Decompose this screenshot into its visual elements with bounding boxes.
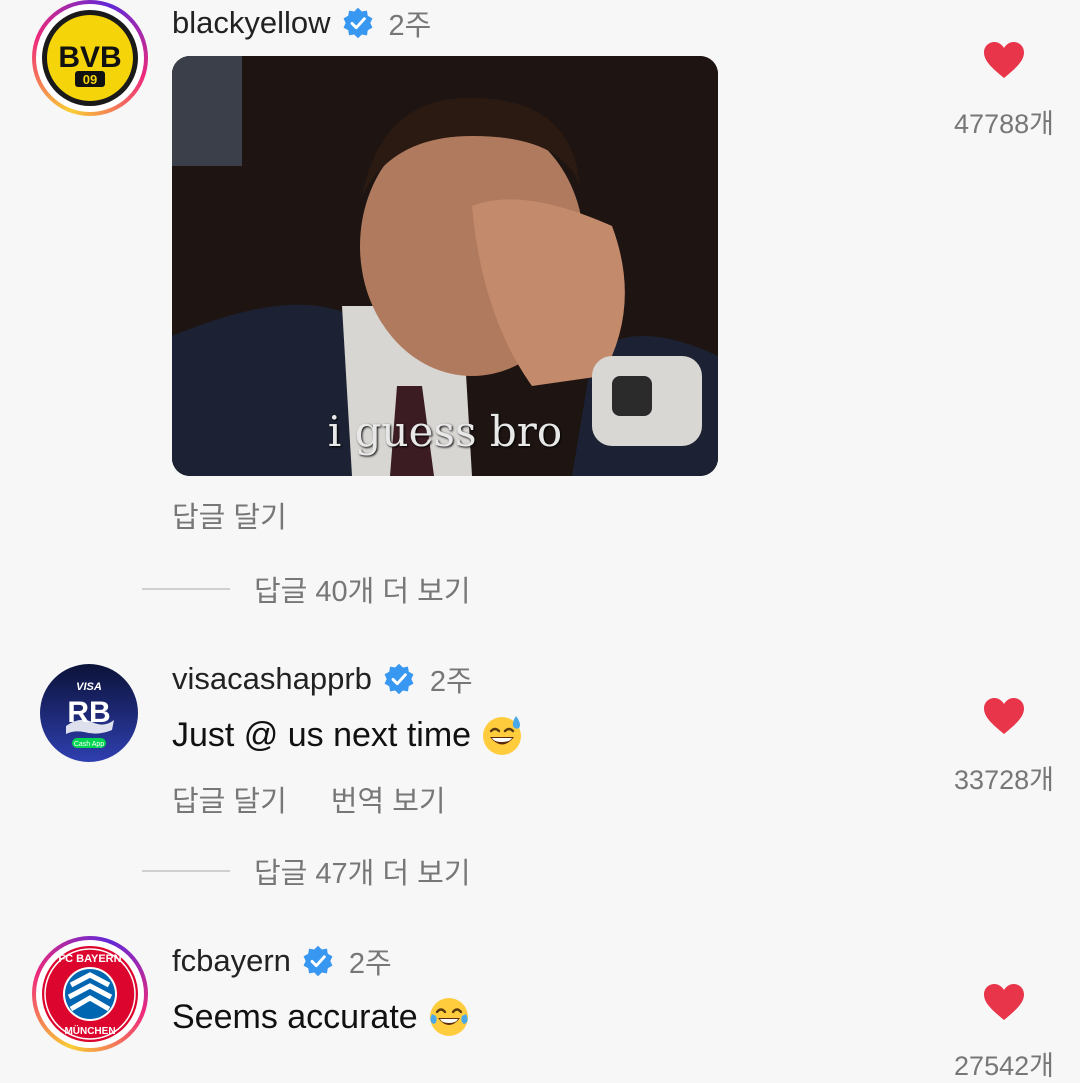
divider-line	[142, 588, 230, 590]
comment-item: FC BAYERN MÜNCHEN fcbayern 2주 Seems accu…	[0, 932, 1080, 1081]
comment-header: blackyellow 2주	[172, 2, 431, 44]
view-more-replies[interactable]: 답글 40개 더 보기	[142, 568, 471, 610]
grinning-sweat-emoji-icon	[483, 716, 522, 755]
comment-text: Just @ us next time	[172, 714, 523, 756]
verified-badge-icon	[303, 945, 333, 977]
comment-body: Just @ us next time	[172, 715, 472, 754]
avatar[interactable]: FC BAYERN MÜNCHEN	[32, 936, 148, 1052]
more-replies-label[interactable]: 답글 40개 더 보기	[254, 568, 471, 610]
verified-badge-icon	[384, 663, 414, 695]
view-more-replies[interactable]: 답글 47개 더 보기	[142, 850, 471, 892]
svg-text:09: 09	[83, 72, 97, 87]
translate-button[interactable]: 번역 보기	[331, 778, 446, 820]
reply-button[interactable]: 답글 달기	[172, 778, 287, 820]
divider-line	[142, 870, 230, 872]
heart-icon[interactable]	[982, 696, 1026, 736]
heart-icon[interactable]	[982, 40, 1026, 80]
svg-text:FC BAYERN: FC BAYERN	[58, 953, 121, 965]
vcarb-logo-icon: VISA RB Cash App	[40, 664, 138, 762]
like-count: 33728개	[954, 765, 1054, 795]
username[interactable]: fcbayern	[172, 943, 291, 979]
comment-actions: 답글 달기 번역 보기	[172, 778, 446, 820]
gif-caption: i guess bro	[327, 407, 563, 456]
like-count: 27542개	[954, 1051, 1054, 1081]
comment-item: VISA RB Cash App visacashapprb 2주 Just @…	[0, 650, 1080, 910]
avatar[interactable]: VISA RB Cash App	[40, 664, 138, 762]
bvb-crest-icon: BVB 09	[42, 10, 138, 106]
svg-text:VISA: VISA	[76, 681, 102, 693]
like-area: 47788개	[944, 40, 1064, 141]
avatar[interactable]: BVB 09	[32, 0, 148, 116]
svg-text:MÜNCHEN: MÜNCHEN	[64, 1024, 115, 1037]
fcbayern-crest-icon: FC BAYERN MÜNCHEN	[42, 946, 138, 1042]
username[interactable]: visacashapprb	[172, 661, 372, 697]
svg-text:BVB: BVB	[58, 41, 121, 74]
like-count: 47788개	[954, 109, 1054, 139]
gif-attachment[interactable]: i guess bro	[172, 56, 718, 476]
like-area: 27542개	[944, 982, 1064, 1083]
verified-badge-icon	[343, 7, 372, 39]
comment-item: BVB 09 blackyellow 2주 i guess bro 답글 달기 …	[0, 0, 1080, 620]
comment-text: Seems accurate	[172, 996, 470, 1038]
more-replies-label[interactable]: 답글 47개 더 보기	[254, 850, 471, 892]
username[interactable]: blackyellow	[172, 5, 331, 41]
svg-text:Cash App: Cash App	[74, 741, 104, 748]
reply-button[interactable]: 답글 달기	[172, 494, 287, 536]
comment-header: fcbayern 2주	[172, 940, 392, 982]
comment-header: visacashapprb 2주	[172, 658, 473, 700]
comment-time: 2주	[348, 948, 392, 980]
like-area: 33728개	[944, 696, 1064, 797]
tears-of-joy-emoji-icon	[429, 998, 468, 1036]
heart-icon[interactable]	[982, 982, 1026, 1022]
comment-body: Seems accurate	[172, 997, 418, 1036]
comment-time: 2주	[388, 10, 432, 42]
comment-actions: 답글 달기	[172, 494, 287, 536]
comment-time: 2주	[429, 666, 473, 698]
